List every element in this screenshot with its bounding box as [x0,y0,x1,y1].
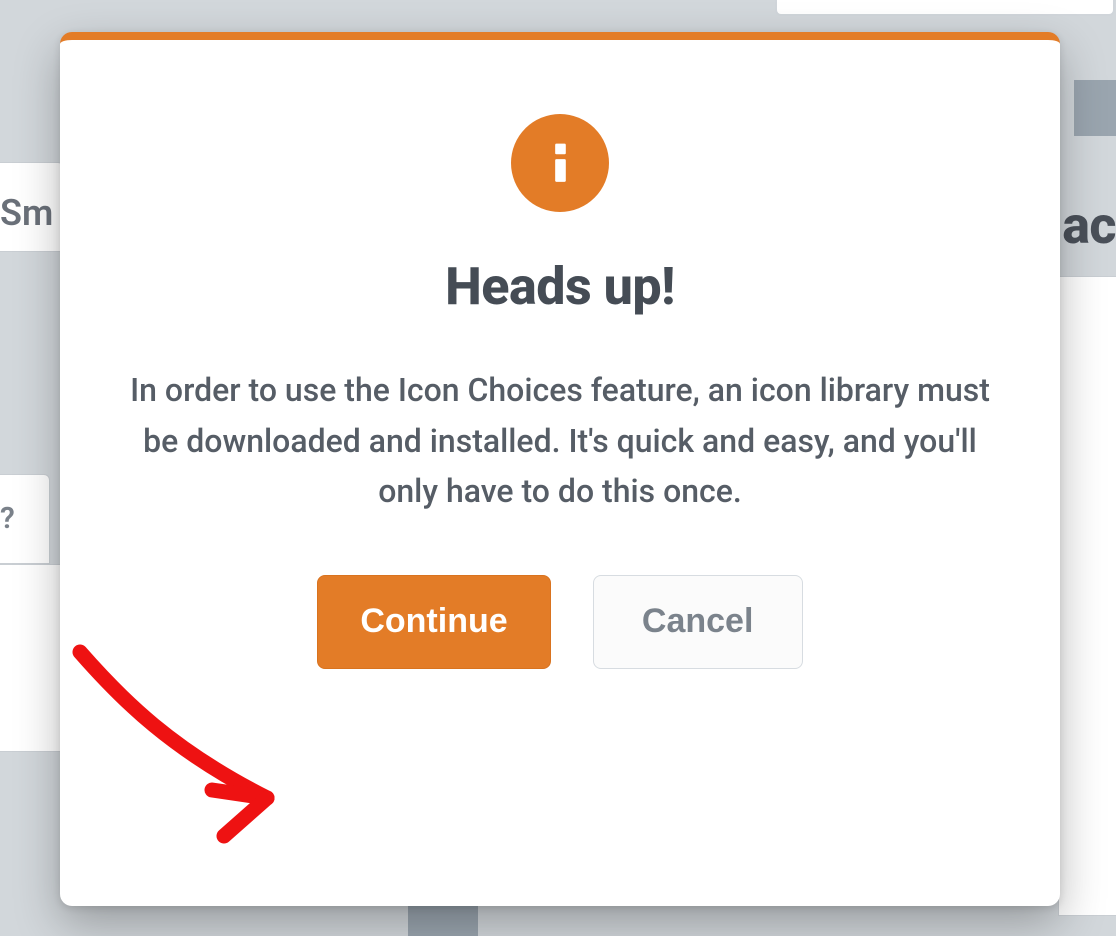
occluded-text-ac: ac [1062,200,1116,252]
occluded-text-q: ? [0,504,15,534]
heads-up-modal: Heads up! In order to use the Icon Choic… [60,32,1060,906]
modal-body-text: In order to use the Icon Choices feature… [120,365,1000,517]
modal-title: Heads up! [60,256,1060,317]
occluded-text-sm: Sm [0,195,53,231]
cancel-button[interactable]: Cancel [593,575,803,669]
modal-actions: Continue Cancel [60,575,1060,669]
info-icon [511,114,609,212]
continue-button[interactable]: Continue [317,575,550,669]
